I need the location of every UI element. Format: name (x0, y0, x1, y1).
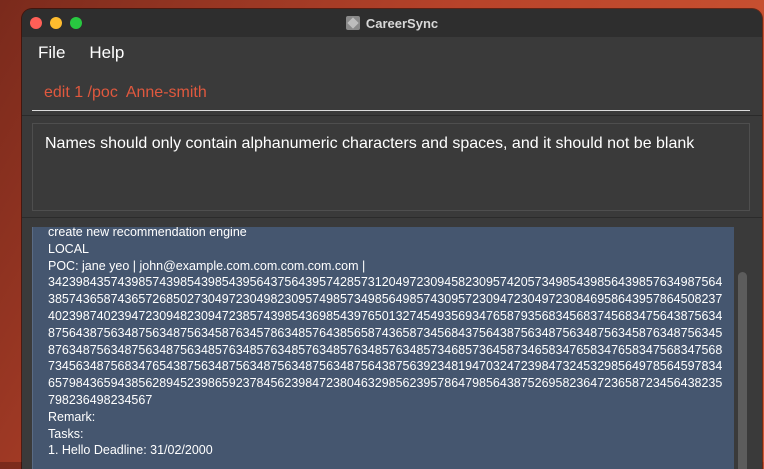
window-title: CareerSync (365, 15, 439, 31)
menu-help[interactable]: Help (81, 43, 132, 63)
divider (22, 115, 762, 116)
card-remark: Remark: (48, 409, 96, 424)
command-box (32, 75, 756, 111)
card-task-item: 1. Hello Deadline: 31/02/2000 (48, 443, 213, 458)
card-poc: POC: jane yeo | john@example.com.com.com… (48, 258, 366, 273)
window-title-area: CareerSync (22, 9, 762, 37)
card-location: LOCAL (48, 241, 89, 256)
command-input[interactable] (32, 75, 756, 111)
app-window: CareerSync File Help Names should only c… (22, 9, 762, 469)
divider (22, 217, 762, 218)
result-display: Names should only contain alphanumeric c… (32, 123, 750, 211)
scrollbar-thumb[interactable] (738, 272, 747, 469)
card-tasks-label: Tasks: (48, 426, 84, 441)
app-icon (345, 16, 360, 30)
internship-card[interactable]: create new recommendation engine LOCAL P… (48, 227, 728, 459)
title-bar: CareerSync (22, 9, 762, 38)
menu-file[interactable]: File (30, 43, 73, 63)
card-phone: 3423984357439857439854398543956437564395… (48, 275, 723, 407)
result-message: Names should only contain alphanumeric c… (45, 135, 695, 152)
internship-list-panel[interactable]: create new recommendation engine LOCAL P… (32, 227, 736, 469)
list-scrollbar[interactable] (734, 227, 762, 469)
menu-bar: File Help (22, 37, 762, 69)
card-role: create new recommendation engine (48, 227, 247, 239)
